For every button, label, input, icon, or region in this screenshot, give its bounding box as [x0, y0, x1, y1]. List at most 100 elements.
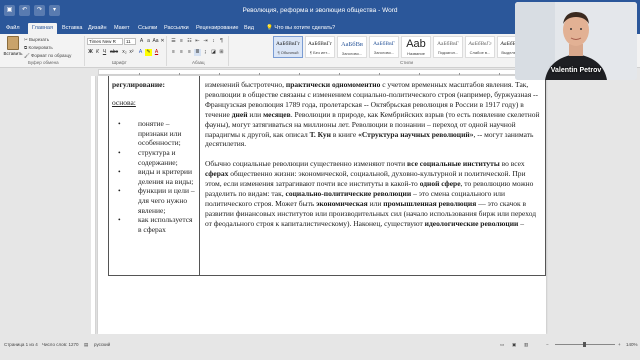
basis-label: основа: — [112, 97, 136, 107]
bullet-icon: • — [118, 119, 121, 129]
decrease-indent-icon[interactable]: ⇤ — [194, 38, 201, 45]
format-painter-button[interactable]: 🖌 Формат по образцу — [24, 53, 71, 59]
show-marks-icon[interactable]: ¶ — [218, 38, 225, 45]
numbering-icon[interactable]: ≡ — [178, 38, 185, 45]
table-left-cell[interactable]: регулирование: основа: • понятие – призна… — [112, 80, 196, 234]
justify-icon[interactable]: ≣ — [194, 49, 201, 56]
ruler-tick — [379, 73, 380, 75]
shrink-font-icon[interactable]: a — [145, 38, 152, 45]
style-heading-1[interactable]: АаБбВв Заголово... — [337, 36, 367, 58]
cut-button[interactable]: ✂ Вырезать — [24, 37, 49, 43]
style-normal[interactable]: АаБбВвГг ¶ Обычный — [273, 36, 303, 58]
tab-references[interactable]: Ссылки — [134, 23, 161, 34]
bullet-icon: • — [118, 147, 121, 157]
zoom-level[interactable]: 140% — [626, 342, 638, 347]
borders-icon[interactable]: ⊞ — [218, 49, 225, 56]
zoom-in-icon[interactable]: + — [618, 342, 621, 347]
clipboard-group-label: Буфер обмена — [28, 60, 59, 65]
bullet-icon: • — [118, 186, 121, 196]
superscript-button[interactable]: x² — [128, 49, 135, 56]
ruler-tick — [299, 73, 300, 75]
ruler-tick — [219, 73, 220, 75]
style-title[interactable]: Aab Название — [401, 36, 431, 58]
paste-button[interactable]: Вставить — [3, 36, 23, 56]
clipboard-icon — [7, 36, 19, 50]
font-name-select[interactable]: Times New R — [87, 38, 123, 45]
paragraph-social-revolutions: Обычно социальные революции существенно … — [205, 159, 537, 228]
align-center-icon[interactable]: ≡ — [178, 49, 185, 56]
style-no-spacing[interactable]: АаБбВвГг ¶ Без инт... — [305, 36, 335, 58]
list-item: • понятие – признаки или особенности; — [118, 119, 182, 148]
tab-mailings[interactable]: Рассылки — [160, 23, 193, 34]
style-subtitle[interactable]: АаБбВвГ Подзагол... — [433, 36, 463, 58]
tab-layout[interactable]: Макет — [110, 23, 134, 34]
table-column-divider — [199, 76, 200, 276]
ruler-strip — [98, 69, 546, 75]
align-left-icon[interactable]: ≡ — [170, 49, 177, 56]
presenter-name: Valentin Petrov — [550, 67, 602, 74]
paragraph-revolution-speed: изменений быстротечно, практически одном… — [205, 80, 540, 149]
document-table: регулирование: основа: • понятие – призна… — [108, 76, 546, 276]
word-count[interactable]: Число слов: 1270 — [42, 342, 79, 347]
grow-font-icon[interactable]: A — [138, 38, 145, 45]
align-right-icon[interactable]: ≡ — [186, 49, 193, 56]
highlight-icon[interactable]: ✎ — [145, 49, 152, 56]
tab-file[interactable]: Файл — [2, 23, 24, 34]
change-case-button[interactable]: Aa — [152, 38, 159, 45]
font-color-icon[interactable]: A — [153, 49, 160, 56]
zoom-slider-thumb[interactable] — [583, 342, 586, 347]
tab-review[interactable]: Рецензирование — [192, 23, 242, 34]
copy-button[interactable]: ⧉ Копировать — [24, 45, 53, 50]
text-effects-button[interactable]: A — [137, 49, 144, 56]
tell-me-search[interactable]: 💡 Что вы хотите сделать? — [262, 23, 339, 34]
table-right-cell[interactable]: изменений быстротечно, практически одном… — [205, 80, 541, 239]
read-mode-icon[interactable]: ▭ — [500, 342, 504, 348]
tab-design[interactable]: Дизайн — [84, 23, 111, 34]
ruler-tick — [459, 73, 460, 75]
bullets-icon[interactable]: ☰ — [170, 38, 177, 45]
ruler-tick — [339, 73, 340, 75]
ribbon-divider — [228, 36, 229, 66]
subscript-button[interactable]: x₂ — [121, 49, 128, 56]
style-subtle-emphasis[interactable]: АаБбВвГг Слабое в... — [465, 36, 495, 58]
status-bar: Страница 1 из 4 Число слов: 1270 ▤ русск… — [0, 334, 640, 360]
webcam-overlay: Valentin Petrov — [515, 2, 637, 80]
ruler-tick — [499, 73, 500, 75]
list-item: • виды и критерии деления на виды; — [118, 167, 194, 186]
bullet-icon: • — [118, 215, 121, 225]
bold-button[interactable]: Ж — [87, 49, 94, 56]
brush-icon: 🖌 — [24, 53, 31, 58]
styles-group-label: Стили — [400, 60, 413, 65]
multilevel-list-icon[interactable]: ☷ — [186, 38, 193, 45]
ruler-tick — [259, 73, 260, 75]
list-item: • структура и содержание; — [118, 147, 178, 167]
vertical-ruler — [91, 76, 96, 334]
style-heading-2[interactable]: АаБбВвГ Заголово... — [369, 36, 399, 58]
shading-icon[interactable]: ◪ — [210, 49, 217, 56]
tab-view[interactable]: Вид — [240, 23, 258, 34]
increase-indent-icon[interactable]: ⇥ — [202, 38, 209, 45]
language-indicator[interactable]: русский — [94, 342, 110, 347]
list-item: • функции и цели – для чего нужно явление… — [118, 186, 195, 215]
proofing-icon[interactable]: ▤ — [84, 342, 88, 348]
ribbon-divider — [166, 36, 167, 66]
document-page[interactable]: регулирование: основа: • понятие – призна… — [98, 76, 546, 334]
strikethrough-button[interactable]: abc — [109, 49, 119, 56]
page-indicator[interactable]: Страница 1 из 4 — [4, 342, 38, 347]
font-size-select[interactable]: 11 — [124, 38, 136, 45]
zoom-out-icon[interactable]: − — [546, 342, 549, 347]
paragraph-group-label: Абзац — [192, 60, 205, 65]
clear-formatting-icon[interactable]: ✕ — [159, 38, 166, 45]
tab-insert[interactable]: Вставка — [58, 23, 86, 34]
font-group-label: Шрифт — [112, 60, 127, 65]
underline-button[interactable]: Ч — [101, 49, 108, 56]
ruler-tick — [139, 73, 140, 75]
line-spacing-icon[interactable]: ↨ — [202, 49, 209, 56]
sort-icon[interactable]: ↕ — [210, 38, 217, 45]
web-layout-icon[interactable]: ▥ — [524, 342, 528, 348]
tab-home[interactable]: Главная — [28, 23, 57, 34]
list-item: • как используется в сферах — [118, 215, 193, 234]
print-layout-icon[interactable]: ▣ — [512, 342, 516, 348]
italic-button[interactable]: К — [94, 49, 101, 56]
bullet-icon: • — [118, 167, 121, 177]
